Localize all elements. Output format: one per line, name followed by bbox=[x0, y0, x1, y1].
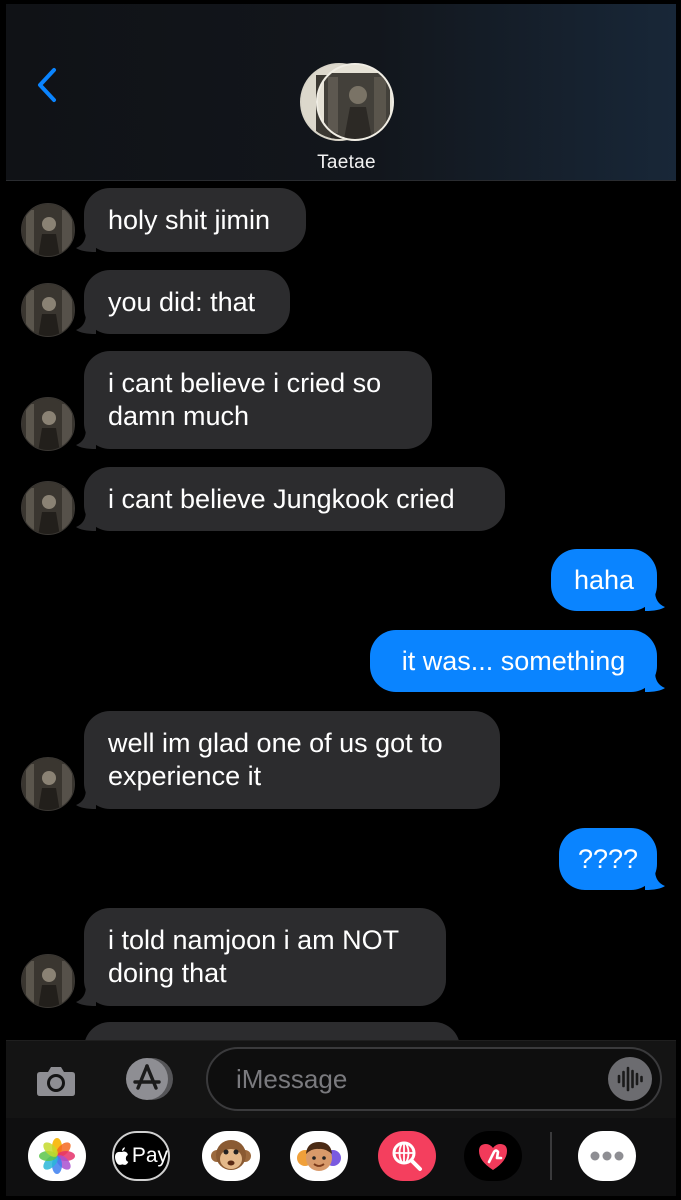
app-store-icon bbox=[126, 1058, 173, 1100]
message-bubble[interactable]: i cant believe Jungkook cried bbox=[84, 467, 505, 531]
message-field[interactable] bbox=[206, 1047, 662, 1111]
messages-screen: Taetae holy shit jimin you did: that i can… bbox=[0, 0, 681, 1200]
photos-app-button[interactable] bbox=[28, 1131, 86, 1181]
web-search-icon bbox=[392, 1141, 422, 1171]
message-line: experience it bbox=[108, 761, 262, 791]
monkey-animoji-icon bbox=[211, 1140, 251, 1170]
message-line: you did: that bbox=[108, 286, 256, 317]
message-line: ???? bbox=[577, 843, 639, 874]
more-apps-button[interactable] bbox=[578, 1131, 636, 1181]
web-search-app-button[interactable] bbox=[378, 1131, 436, 1181]
contact-avatar[interactable] bbox=[298, 62, 396, 142]
message-line: well im glad one of us got to bbox=[108, 728, 443, 758]
digital-touch-app-button[interactable] bbox=[464, 1131, 522, 1181]
message-line: i cant believe Jungkook cried bbox=[108, 483, 455, 514]
message-line: it was... something bbox=[401, 645, 626, 676]
bubble-tail bbox=[645, 672, 665, 692]
message-line: haha bbox=[573, 564, 635, 595]
message-input[interactable] bbox=[236, 1049, 596, 1109]
message-text: i cant believe i cried so damn much bbox=[108, 367, 381, 433]
bubble-tail bbox=[76, 789, 96, 809]
contact-avatar-small[interactable] bbox=[21, 757, 75, 811]
camera-icon bbox=[37, 1067, 75, 1096]
message-bubble[interactable]: ???? bbox=[559, 828, 657, 890]
contact-avatar-small[interactable] bbox=[21, 283, 75, 337]
conversation-header: Taetae bbox=[6, 4, 676, 181]
input-bar bbox=[6, 1040, 676, 1118]
message-bubble[interactable]: you did: that bbox=[84, 270, 290, 334]
message-line: doing that bbox=[108, 958, 227, 988]
memoji-icon bbox=[297, 1142, 341, 1171]
message-line: i told namjoon i am NOT bbox=[108, 925, 400, 955]
bubble-tail bbox=[645, 870, 665, 890]
app-store-button[interactable] bbox=[120, 1055, 178, 1103]
message-text: i cant believe Jungkook cried bbox=[108, 483, 455, 516]
message-line: holy shit jimin bbox=[108, 204, 271, 235]
chevron-left-icon bbox=[38, 68, 56, 102]
message-text: haha bbox=[574, 564, 634, 597]
bubble-tail bbox=[76, 314, 96, 334]
more-icon bbox=[590, 1151, 624, 1161]
memoji-app-button[interactable] bbox=[290, 1131, 348, 1181]
message-bubble[interactable]: it was... something bbox=[370, 630, 657, 692]
contact-avatar-small[interactable] bbox=[21, 397, 75, 451]
voice-waveform-icon bbox=[617, 1066, 643, 1092]
camera-button[interactable] bbox=[34, 1059, 78, 1103]
message-line: i cant believe i cried so bbox=[108, 368, 382, 398]
contact-avatar-small[interactable] bbox=[21, 203, 75, 257]
message-bubble[interactable]: i told namjoon i am NOT doing that bbox=[84, 908, 446, 1006]
message-bubble[interactable]: well im glad one of us got to experience … bbox=[84, 711, 500, 809]
message-line: damn much bbox=[108, 401, 250, 431]
contact-photo-front bbox=[316, 63, 394, 141]
contact-avatar-small[interactable] bbox=[21, 954, 75, 1008]
apple-pay-button[interactable]: Pay bbox=[112, 1131, 170, 1181]
message-bubble[interactable]: haha bbox=[551, 549, 657, 611]
contact-name[interactable]: Taetae bbox=[6, 152, 681, 174]
message-text: holy shit jimin bbox=[108, 204, 270, 237]
contact-avatar-small[interactable] bbox=[21, 481, 75, 535]
bubble-tail bbox=[76, 232, 96, 252]
message-bubble[interactable]: holy shit jimin bbox=[84, 188, 306, 252]
app-drawer: Pay bbox=[6, 1118, 676, 1196]
back-button[interactable] bbox=[32, 62, 66, 108]
drawer-divider bbox=[550, 1132, 552, 1180]
message-bubble[interactable]: i cant believe i cried so damn much bbox=[84, 351, 432, 449]
message-text: i told namjoon i am NOT doing that bbox=[108, 924, 399, 990]
bubble-tail bbox=[76, 429, 96, 449]
voice-message-button[interactable] bbox=[608, 1057, 652, 1101]
bubble-tail bbox=[645, 591, 665, 611]
message-text: ???? bbox=[578, 843, 638, 876]
animoji-app-button[interactable] bbox=[202, 1131, 260, 1181]
bubble-tail bbox=[76, 511, 96, 531]
message-text: it was... something bbox=[402, 645, 626, 678]
message-text: well im glad one of us got to experience … bbox=[108, 727, 443, 793]
photos-icon bbox=[39, 1138, 75, 1174]
digital-touch-icon bbox=[479, 1144, 507, 1170]
bubble-tail bbox=[76, 986, 96, 1006]
apple-pay-icon bbox=[114, 1147, 129, 1165]
apple-pay-label: Pay bbox=[131, 1144, 168, 1167]
message-text: you did: that bbox=[108, 286, 255, 319]
